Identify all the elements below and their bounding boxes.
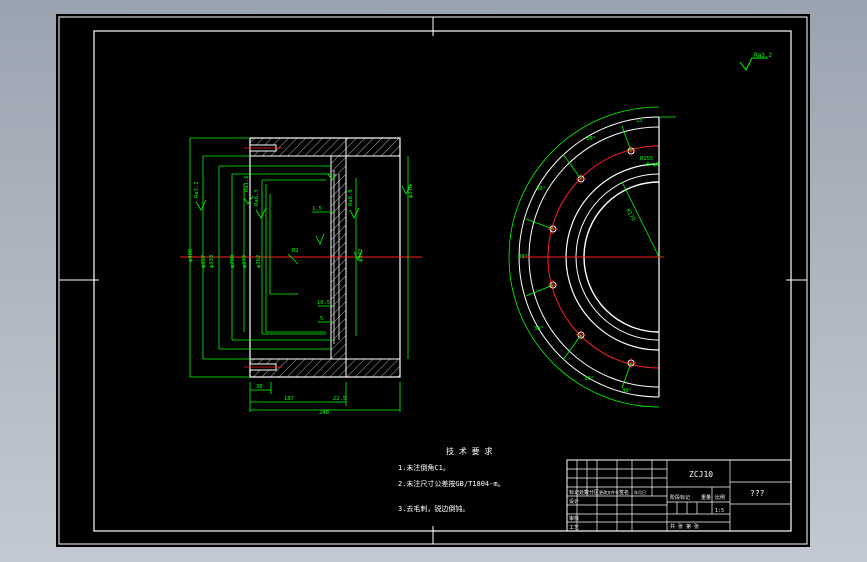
- dim-text: 5: [320, 316, 323, 322]
- dim-text: φ338: [209, 255, 215, 268]
- tech-req-heading: 技 术 要 求: [446, 446, 492, 456]
- title-block-label: 审核: [569, 515, 579, 522]
- dim-text: 30°: [536, 186, 546, 192]
- drawing-canvas[interactable]: Ra3.2 φ380 φ357 φ338 φ280 φ272 φ262 φ318…: [56, 14, 810, 547]
- title-block-col: 更改文件号: [599, 489, 619, 495]
- title-block-col: 签名: [619, 489, 629, 496]
- tech-req-line: 2.未注尺寸公差按GB/T1804-m。: [398, 479, 505, 488]
- dim-text: φ380: [188, 249, 194, 262]
- dim-text: φ262: [256, 255, 262, 268]
- stage-label: 阶段标记: [670, 494, 690, 501]
- dim-text: Ra0.8: [348, 189, 354, 206]
- title-block-label: 设计: [569, 498, 579, 505]
- dim-text: Ra3.2: [194, 181, 200, 198]
- tech-req-line: 1.未注倒角C1。: [398, 463, 450, 472]
- dim-text: φ280: [230, 255, 236, 268]
- title-block-col: 年月日: [634, 489, 646, 495]
- dim-text: φ318: [408, 185, 414, 198]
- sheet-label: 共 张 第 张: [670, 523, 699, 530]
- dim-text: 187: [284, 396, 294, 402]
- svg-text:Ra3.2: Ra3.2: [754, 52, 772, 59]
- tech-req-line: 3.去毛刺，锐边倒钝。: [398, 504, 469, 513]
- part-code: ZCJ10: [689, 470, 713, 479]
- dim-text: 30: [256, 384, 263, 390]
- dim-text: 30°: [586, 136, 596, 142]
- title-block-col: 处数: [579, 489, 589, 496]
- title-block-label: 工艺: [569, 525, 579, 531]
- dim-text: φ342: [358, 249, 364, 262]
- roughness-symbol: Ra3.2: [739, 52, 772, 71]
- title-block-col: 分区: [589, 489, 599, 496]
- ratio-label: 比例: [715, 494, 725, 501]
- title-block[interactable]: 标记 设计 审核 工艺 处数 分区 更改文件号 签名 年月日 阶段标记 重量 比…: [566, 459, 792, 532]
- dim-text: 30°: [518, 254, 528, 260]
- weight-label: 重量: [701, 494, 711, 501]
- technical-requirements: 技 术 要 求 1.未注倒角C1。 2.未注尺寸公差按GB/T1804-m。 3…: [398, 446, 505, 513]
- dim-text: Ra1.6: [244, 175, 250, 192]
- part-name: ???: [750, 489, 765, 498]
- dim-text: 22.5: [333, 396, 346, 402]
- dim-text: 30°: [534, 326, 544, 332]
- cad-viewport: Ra3.2 φ380 φ357 φ338 φ280 φ272 φ262 φ318…: [0, 0, 867, 562]
- dim-text: φ272: [242, 255, 248, 268]
- dim-text: 1.5: [312, 206, 322, 212]
- section-view[interactable]: φ380 φ357 φ338 φ280 φ272 φ262 φ318 φ342 …: [180, 137, 422, 416]
- dim-text: Ra6.3: [254, 189, 260, 206]
- dim-text: 30°: [622, 388, 632, 394]
- dim-text: 8×φ9: [646, 162, 659, 168]
- scale-value: 1:5: [715, 508, 724, 514]
- end-view[interactable]: 15 30° 30° 30° 30° 30° 30° R170 R155 8×φ…: [508, 106, 676, 408]
- dim-text: 30°: [584, 376, 594, 382]
- dim-text: 15: [636, 118, 643, 124]
- dim-text: R2: [292, 248, 299, 254]
- dim-text: φ357: [201, 255, 207, 268]
- dim-text: 240: [319, 410, 329, 416]
- dim-text: R170: [624, 208, 636, 222]
- title-block-label: 标记: [569, 489, 579, 496]
- drawing-sheet[interactable]: Ra3.2 φ380 φ357 φ338 φ280 φ272 φ262 φ318…: [56, 14, 810, 547]
- dim-text: 16.5: [317, 300, 330, 306]
- inner-frame: [93, 30, 792, 532]
